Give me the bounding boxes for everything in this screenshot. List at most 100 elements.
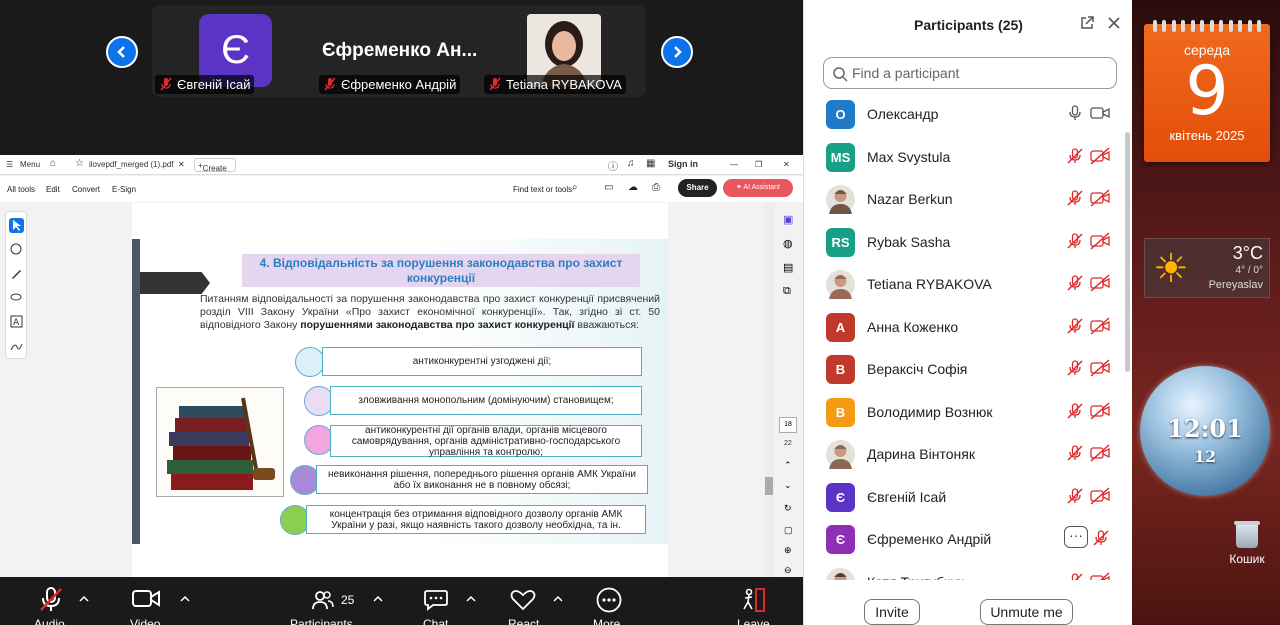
participant-row[interactable]: О Олександр (804, 92, 1122, 134)
participant-row[interactable]: Tetiana RYBAKOVA (804, 262, 1122, 304)
camera-off-icon[interactable] (1090, 486, 1110, 505)
audio-options-caret-icon[interactable] (79, 595, 89, 603)
camera-off-icon[interactable] (1090, 401, 1110, 420)
mic-muted-icon[interactable] (1066, 232, 1084, 250)
recycle-bin[interactable]: Кошик (1222, 521, 1272, 566)
popout-icon[interactable] (1080, 16, 1094, 30)
participant-row[interactable]: MS Max Svystula (804, 135, 1122, 177)
participant-row[interactable]: Nazar Berkun (804, 177, 1122, 219)
search-icon[interactable]: ⌕ (572, 182, 578, 193)
close-tab-icon[interactable]: ✕ (178, 160, 185, 169)
zoom-out-icon[interactable]: ⊖ (784, 565, 792, 576)
page-number-input[interactable]: 18 (779, 417, 797, 433)
camera-off-icon[interactable] (1090, 316, 1110, 335)
find-tools[interactable]: Find text or tools (513, 185, 572, 194)
edit-menu[interactable]: Edit (46, 185, 60, 194)
next-page-button[interactable] (661, 36, 693, 68)
bell-icon[interactable]: ♫ (627, 158, 635, 169)
participant-row[interactable]: Дарина Вінтоняк (804, 432, 1122, 474)
mic-muted-icon[interactable] (1066, 487, 1084, 505)
share-button[interactable]: Share (678, 179, 717, 197)
esign-menu[interactable]: E-Sign (112, 185, 136, 194)
shape-tool-icon[interactable] (9, 290, 24, 305)
camera-off-icon[interactable] (1090, 146, 1110, 165)
apps-icon[interactable]: ▦ (646, 158, 655, 169)
mic-icon[interactable] (1066, 104, 1084, 122)
scroll-thumb[interactable] (1125, 132, 1130, 372)
camera-off-icon[interactable] (1090, 359, 1110, 377)
mic-muted-icon[interactable] (1066, 274, 1084, 292)
minimize-icon[interactable]: — (730, 160, 738, 169)
react-options-caret-icon[interactable] (553, 595, 563, 603)
participant-row[interactable]: В Вераксіч Софія (804, 347, 1122, 389)
sign-in-link[interactable]: Sign in (668, 159, 698, 169)
ai-icon[interactable]: ▣ (783, 213, 793, 226)
chat-options-caret-icon[interactable] (466, 595, 476, 603)
star-icon[interactable]: ☆ (75, 158, 84, 169)
video-options-caret-icon[interactable] (180, 595, 190, 603)
prev-page-button[interactable] (106, 36, 138, 68)
participants-options-caret-icon[interactable] (373, 595, 383, 603)
home-icon[interactable]: ⌂ (50, 158, 56, 169)
camera-off-icon[interactable] (1090, 571, 1110, 580)
react-button[interactable]: React (508, 577, 548, 625)
zoom-in-icon[interactable]: ⊕ (784, 545, 792, 556)
create-button[interactable]: + Create (194, 158, 236, 173)
print-icon[interactable]: ⎙ (652, 182, 660, 193)
mic-muted-icon[interactable] (1066, 189, 1084, 207)
sign-tool-icon[interactable] (9, 338, 24, 353)
participant-row[interactable]: Є Єфременко Андрій ··· (804, 517, 1122, 559)
all-tools-menu[interactable]: All tools (7, 185, 35, 194)
fit-page-icon[interactable]: ▢ (784, 525, 793, 536)
mic-muted-icon[interactable] (1092, 529, 1110, 547)
participant-row[interactable]: Є Євгеній Ісай (804, 475, 1122, 517)
mic-muted-icon[interactable] (1066, 402, 1084, 420)
participants-button[interactable]: 25 Participants (288, 577, 368, 625)
participants-scrollbar[interactable] (1123, 92, 1131, 582)
close-window-icon[interactable]: ✕ (783, 160, 790, 169)
mic-muted-icon[interactable] (1066, 147, 1084, 165)
maximize-icon[interactable]: ❐ (755, 160, 762, 169)
mic-muted-icon[interactable] (1066, 359, 1084, 377)
text-tool-icon[interactable]: A (9, 314, 24, 329)
participant-row[interactable]: В Володимир Вознюк (804, 390, 1122, 432)
select-tool-icon[interactable] (9, 218, 24, 233)
menu-button[interactable]: Menu (20, 160, 40, 169)
search-input[interactable] (852, 62, 1102, 84)
camera-off-icon[interactable] (1090, 274, 1110, 292)
save-icon[interactable]: ▭ (604, 182, 613, 193)
ai-assistant-button[interactable]: ✦ AI Assistant (723, 179, 793, 197)
bookmark-icon[interactable]: ▤ (783, 261, 793, 274)
mic-muted-icon[interactable] (1066, 317, 1084, 335)
pages-icon[interactable]: ⧉ (783, 285, 791, 298)
rotate-icon[interactable]: ↻ (784, 503, 792, 514)
menu-icon[interactable]: ☰ (6, 160, 13, 169)
participant-row[interactable]: RS Rybak Sasha (804, 220, 1122, 262)
mic-muted-icon[interactable] (1066, 444, 1084, 462)
pdf-scrollbar[interactable] (764, 203, 774, 577)
participant-row[interactable]: Катя Тригубчук (804, 560, 1122, 580)
comment-tool-icon[interactable] (9, 242, 24, 257)
page-up-icon[interactable]: ⌃ (784, 460, 792, 471)
camera-off-icon[interactable] (1090, 444, 1110, 462)
tab-pdf-document[interactable]: ilovepdf_merged (1).pdf (89, 160, 174, 169)
upload-icon[interactable]: ☁ (628, 182, 638, 193)
chat-button[interactable]: Chat (420, 577, 460, 625)
invite-button[interactable]: Invite (864, 599, 920, 625)
comment-icon[interactable]: ◍ (783, 237, 793, 250)
participant-more-button[interactable]: ··· (1064, 526, 1088, 548)
convert-menu[interactable]: Convert (72, 185, 100, 194)
leave-button[interactable]: Leave (736, 577, 776, 625)
camera-off-icon[interactable] (1090, 231, 1110, 250)
audio-button[interactable]: Audio (30, 577, 78, 625)
camera-off-icon[interactable] (1090, 189, 1110, 207)
pen-tool-icon[interactable] (9, 266, 24, 281)
help-icon[interactable]: ⓘ (608, 158, 618, 173)
mic-muted-icon[interactable] (1066, 572, 1084, 580)
video-button[interactable]: Video (128, 577, 168, 625)
scroll-thumb[interactable] (765, 477, 773, 495)
more-button[interactable]: More (592, 577, 632, 625)
unmute-me-button[interactable]: Unmute me (980, 599, 1073, 625)
camera-icon[interactable] (1090, 104, 1110, 122)
close-icon[interactable] (1107, 16, 1121, 30)
